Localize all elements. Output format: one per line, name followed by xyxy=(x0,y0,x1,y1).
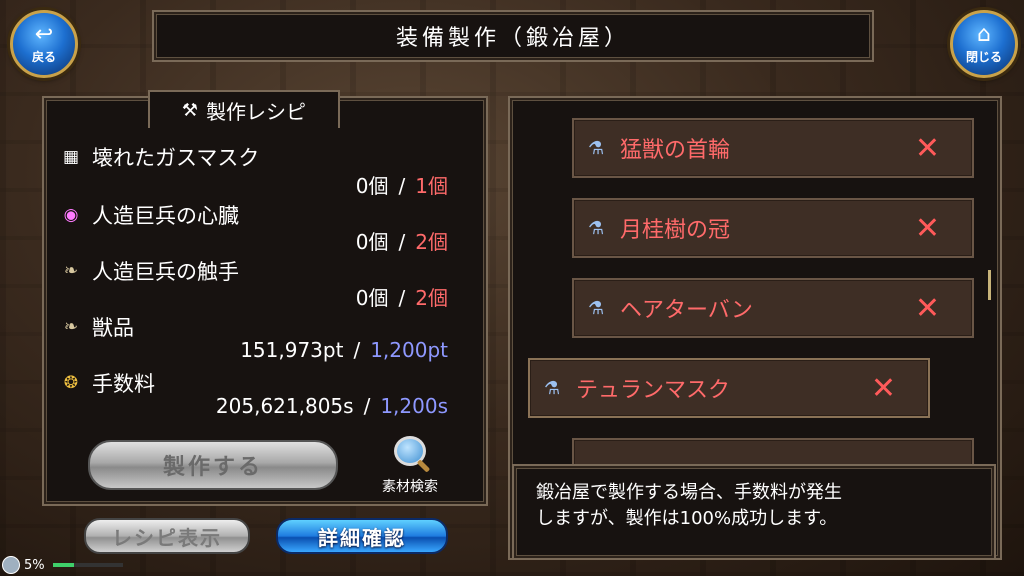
need-count: 1個 xyxy=(415,174,448,198)
back-arrow-icon: ↩ xyxy=(34,21,54,47)
equipment-icon: ⚗ xyxy=(544,377,561,399)
home-icon: ⌂ xyxy=(977,21,991,47)
back-label: 戻る xyxy=(31,49,56,64)
item-name: 月桂樹の冠 xyxy=(620,218,731,243)
separator: / xyxy=(398,286,406,310)
item-name: ヘアターバン xyxy=(620,298,753,323)
list-item[interactable]: ⚗ 猛獣の首輪 ✕ xyxy=(572,118,974,178)
item-name: 猛獣の首輪 xyxy=(620,138,731,163)
material-beast-points: ❧ 獣品 xyxy=(58,312,134,342)
have-count: 0個 xyxy=(355,286,389,310)
separator: / xyxy=(398,230,406,254)
message-line-1: 鍛冶屋で製作する場合、手数料が発生 xyxy=(536,482,842,503)
status-bar xyxy=(52,563,123,567)
material-search-label: 素材検索 xyxy=(382,479,438,495)
list-item[interactable]: ⚗ ヘアターバン ✕ xyxy=(572,278,974,338)
need-count: 2個 xyxy=(415,286,448,310)
need-count: 2個 xyxy=(415,230,448,254)
list-scrollbar[interactable] xyxy=(988,270,991,300)
heart-orb-icon: ◉ xyxy=(63,205,79,225)
material-name: 手数料 xyxy=(92,372,155,396)
material-fee-count: 205,621,805s / 1,200s xyxy=(216,394,448,418)
have-count: 205,621,805s xyxy=(215,394,354,418)
material-tentacle-count: 0個 / 2個 xyxy=(356,282,448,311)
unavailable-x-icon: ✕ xyxy=(914,130,940,166)
recipe-tab-label: 製作レシピ xyxy=(206,99,307,124)
material-fee: ❂ 手数料 xyxy=(58,368,155,398)
bottom-status: 5% xyxy=(2,556,123,574)
unavailable-x-icon: ✕ xyxy=(870,370,896,406)
make-button[interactable]: 製作する xyxy=(88,440,338,490)
coin-icon: ❂ xyxy=(63,373,79,393)
item-name: テュランマスク xyxy=(576,378,731,403)
material-name: 壊れたガスマスク xyxy=(92,146,260,170)
close-button[interactable]: ⌂ 閉じる xyxy=(950,10,1018,78)
need-count: 1,200pt xyxy=(370,338,448,362)
need-count: 1,200s xyxy=(380,394,448,418)
status-percent: 5% xyxy=(24,557,45,573)
page-title-bar: 装備製作（鍛冶屋） xyxy=(152,10,874,62)
have-count: 0個 xyxy=(355,230,389,254)
separator: / xyxy=(398,174,406,198)
magnifier-icon xyxy=(394,436,426,466)
tentacle-icon: ❧ xyxy=(63,261,79,281)
material-name: 人造巨兵の触手 xyxy=(92,260,239,284)
recipe-show-button[interactable]: レシピ表示 xyxy=(84,518,250,554)
material-name: 獣品 xyxy=(92,316,134,340)
unavailable-x-icon: ✕ xyxy=(914,210,940,246)
list-item-selected[interactable]: ⚗ テュランマスク ✕ xyxy=(528,358,930,418)
material-gas-mask: ▦ 壊れたガスマスク xyxy=(58,142,259,172)
recipe-tab: ⚒ 製作レシピ xyxy=(148,90,340,128)
equipment-icon: ⚗ xyxy=(588,137,605,159)
detail-button[interactable]: 詳細確認 xyxy=(276,518,448,554)
fang-icon: ❧ xyxy=(63,317,79,337)
message-line-2: しますが、製作は100%成功します。 xyxy=(536,508,838,529)
have-count: 0個 xyxy=(355,174,389,198)
material-gas-mask-count: 0個 / 1個 xyxy=(356,170,448,199)
separator: / xyxy=(353,338,361,362)
material-heart-count: 0個 / 2個 xyxy=(356,226,448,255)
close-label: 閉じる xyxy=(965,49,1002,64)
message-box: 鍛冶屋で製作する場合、手数料が発生 しますが、製作は100%成功します。 xyxy=(512,464,996,560)
equipment-icon: ⚗ xyxy=(588,217,605,239)
equipment-icon: ⚗ xyxy=(588,297,605,319)
unavailable-x-icon: ✕ xyxy=(914,290,940,326)
status-bar-fill xyxy=(52,563,74,567)
material-tentacle: ❧ 人造巨兵の触手 xyxy=(58,256,239,286)
anvil-icon: ⚒ xyxy=(181,99,199,121)
material-heart: ◉ 人造巨兵の心臓 xyxy=(58,200,239,230)
status-gauge-icon xyxy=(2,556,20,574)
material-beast-points-count: 151,973pt / 1,200pt xyxy=(240,338,448,362)
gas-mask-icon: ▦ xyxy=(62,147,80,167)
material-name: 人造巨兵の心臓 xyxy=(92,204,239,228)
material-search-button[interactable]: 素材検索 xyxy=(370,436,450,496)
back-button[interactable]: ↩ 戻る xyxy=(10,10,78,78)
page-title: 装備製作（鍛冶屋） xyxy=(395,26,630,51)
separator: / xyxy=(363,394,371,418)
have-count: 151,973pt xyxy=(240,338,344,362)
list-item[interactable]: ⚗ 月桂樹の冠 ✕ xyxy=(572,198,974,258)
